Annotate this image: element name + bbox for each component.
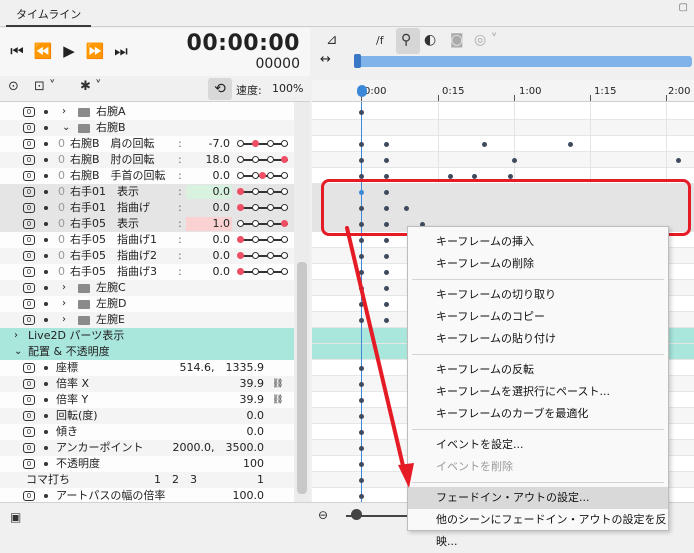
- timeline-panel: タイムライン ▢ ⏮ ⏪ ▶ ⏩ ⏭ 00:00:00 00000 ⊙ ⊡ ˅ …: [0, 0, 694, 553]
- annotation-arrow: [345, 226, 414, 488]
- arrow-head: [398, 463, 414, 488]
- arrow-shaft: [345, 226, 406, 472]
